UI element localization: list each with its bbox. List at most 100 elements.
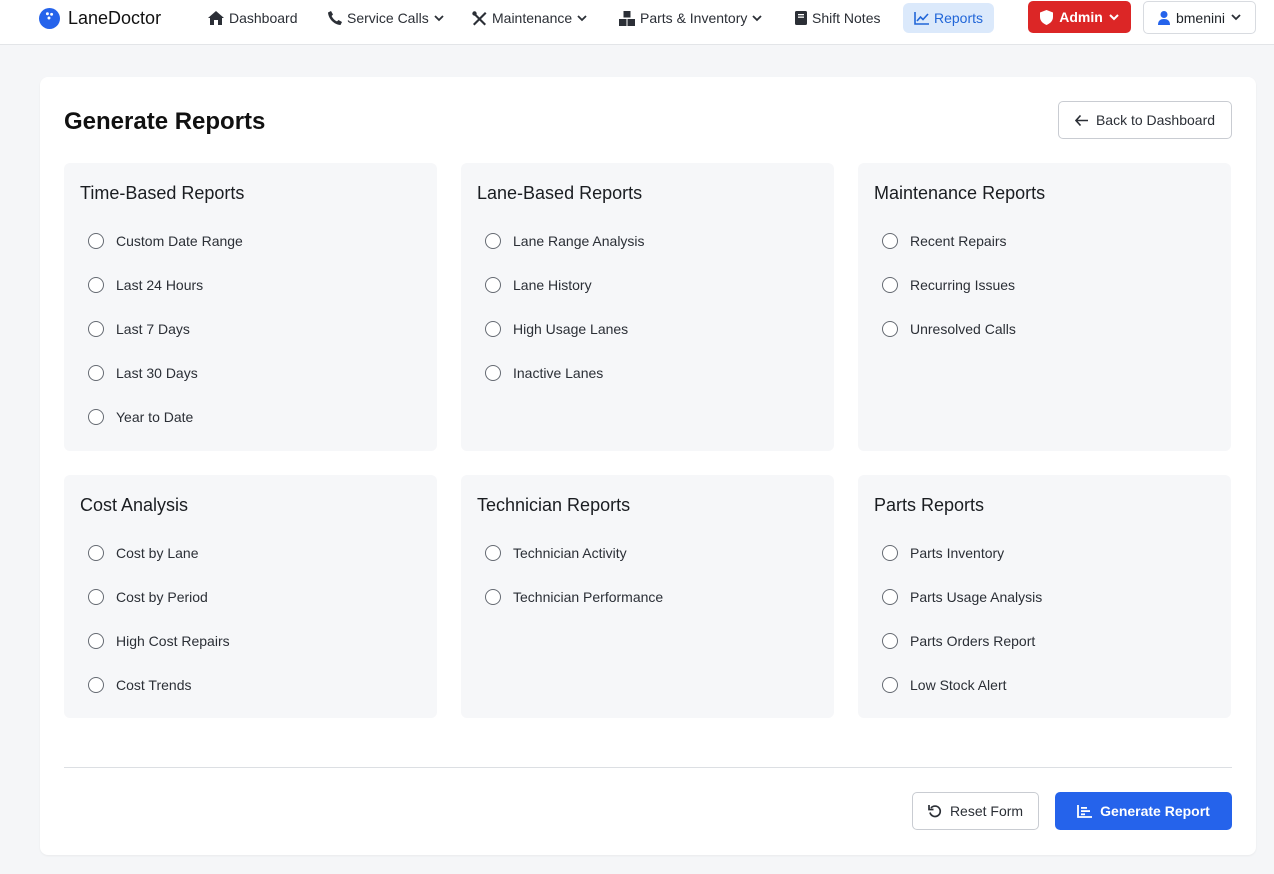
option-label: Recent Repairs [910,233,1007,249]
radio-button[interactable] [88,321,104,337]
radio-button[interactable] [485,321,501,337]
option-label: Recurring Issues [910,277,1016,293]
option-cost-trends[interactable]: Cost Trends [88,675,191,695]
radio-button[interactable] [88,633,104,649]
option-parts-inventory[interactable]: Parts Inventory [882,543,1004,563]
page-title: Generate Reports [64,108,266,135]
option-last-7-days[interactable]: Last 7 Days [88,319,190,339]
chevron-down-icon [1231,14,1241,21]
radio-button[interactable] [88,545,104,561]
nav-maintenance[interactable]: Maintenance [466,3,593,33]
option-custom-date-range[interactable]: Custom Date Range [88,231,243,251]
section-title: Parts Reports [874,495,985,515]
option-cost-by-lane[interactable]: Cost by Lane [88,543,199,563]
chevron-down-icon [752,14,763,21]
radio-button[interactable] [485,365,501,381]
brand-name: LaneDoctor [68,7,162,28]
chart-bar-icon [1077,804,1093,818]
chevron-down-icon [1109,13,1119,20]
brand-logo[interactable]: LaneDoctor [39,6,161,30]
nav-shift-notes[interactable]: Shift Notes [789,3,886,33]
radio-button[interactable] [88,277,104,293]
nav-reports-label: Reports [933,10,984,26]
option-label: Lane Range Analysis [513,233,645,249]
radio-button[interactable] [88,233,104,249]
chart-line-icon [914,11,929,25]
back-to-dashboard-button[interactable]: Back to Dashboard [1058,101,1232,139]
option-label: Last 7 Days [116,321,190,337]
radio-button[interactable] [88,409,104,425]
radio-button[interactable] [485,545,501,561]
option-lane-history[interactable]: Lane History [485,275,592,295]
nav-shift-notes-label: Shift Notes [812,10,881,26]
nav-dashboard-label: Dashboard [229,10,298,26]
generate-report-button[interactable]: Generate Report [1055,792,1232,830]
bowling-ball-icon [39,7,60,29]
option-label: High Cost Repairs [116,633,230,649]
nav-reports[interactable]: Reports [903,3,994,33]
chevron-down-icon [577,14,587,21]
option-parts-orders-report[interactable]: Parts Orders Report [882,631,1035,651]
option-label: Lane History [513,277,592,293]
phone-icon [328,11,342,25]
option-cost-by-period[interactable]: Cost by Period [88,587,208,607]
nav-service-calls[interactable]: Service Calls [322,3,450,33]
section-title: Maintenance Reports [874,183,1046,203]
boxes-icon [619,10,635,26]
option-label: Unresolved Calls [910,321,1016,337]
user-icon [1157,10,1170,25]
option-label: Cost Trends [116,677,192,693]
radio-button[interactable] [88,677,104,693]
option-label: Technician Activity [513,545,627,561]
option-recent-repairs[interactable]: Recent Repairs [882,231,1007,251]
option-lane-range-analysis[interactable]: Lane Range Analysis [485,231,645,251]
radio-button[interactable] [485,277,501,293]
user-menu-button[interactable]: bmenini [1143,1,1256,34]
option-year-to-date[interactable]: Year to Date [88,407,193,427]
undo-icon [928,805,942,818]
option-label: Last 24 Hours [116,277,204,293]
radio-button[interactable] [882,545,898,561]
option-unresolved-calls[interactable]: Unresolved Calls [882,319,1016,339]
radio-button[interactable] [882,233,898,249]
section-lane-based: Lane-Based Reports Lane Range Analysis L… [461,163,834,451]
radio-button[interactable] [485,589,501,605]
option-last-24-hours[interactable]: Last 24 Hours [88,275,203,295]
radio-button[interactable] [882,321,898,337]
shield-icon [1040,9,1054,25]
option-label: Technician Performance [513,589,664,605]
option-low-stock-alert[interactable]: Low Stock Alert [882,675,1007,695]
option-inactive-lanes[interactable]: Inactive Lanes [485,363,603,383]
option-label: High Usage Lanes [513,321,629,337]
radio-button[interactable] [88,365,104,381]
radio-button[interactable] [88,589,104,605]
option-label: Parts Inventory [910,545,1005,561]
admin-label: Admin [1059,9,1103,25]
section-parts: Parts Reports Parts Inventory Parts Usag… [858,475,1231,718]
option-recurring-issues[interactable]: Recurring Issues [882,275,1015,295]
nav-service-calls-label: Service Calls [347,10,429,26]
option-last-30-days[interactable]: Last 30 Days [88,363,198,383]
section-title: Lane-Based Reports [477,183,643,203]
option-parts-usage-analysis[interactable]: Parts Usage Analysis [882,587,1042,607]
option-label: Inactive Lanes [513,365,604,381]
option-technician-performance[interactable]: Technician Performance [485,587,663,607]
reset-form-button[interactable]: Reset Form [912,792,1039,830]
radio-button[interactable] [882,677,898,693]
option-label: Last 30 Days [116,365,198,381]
option-label: Cost by Lane [116,545,199,561]
radio-button[interactable] [882,277,898,293]
user-name: bmenini [1175,9,1226,26]
option-label: Year to Date [116,409,194,425]
nav-parts-inventory[interactable]: Parts & Inventory [613,3,768,33]
chevron-down-icon [434,14,444,21]
radio-button[interactable] [882,589,898,605]
option-high-usage-lanes[interactable]: High Usage Lanes [485,319,628,339]
admin-menu-button[interactable]: Admin [1028,1,1131,33]
nav-dashboard[interactable]: Dashboard [202,3,304,33]
option-high-cost-repairs[interactable]: High Cost Repairs [88,631,230,651]
radio-button[interactable] [882,633,898,649]
radio-button[interactable] [485,233,501,249]
nav-maintenance-label: Maintenance [492,10,573,26]
option-technician-activity[interactable]: Technician Activity [485,543,627,563]
